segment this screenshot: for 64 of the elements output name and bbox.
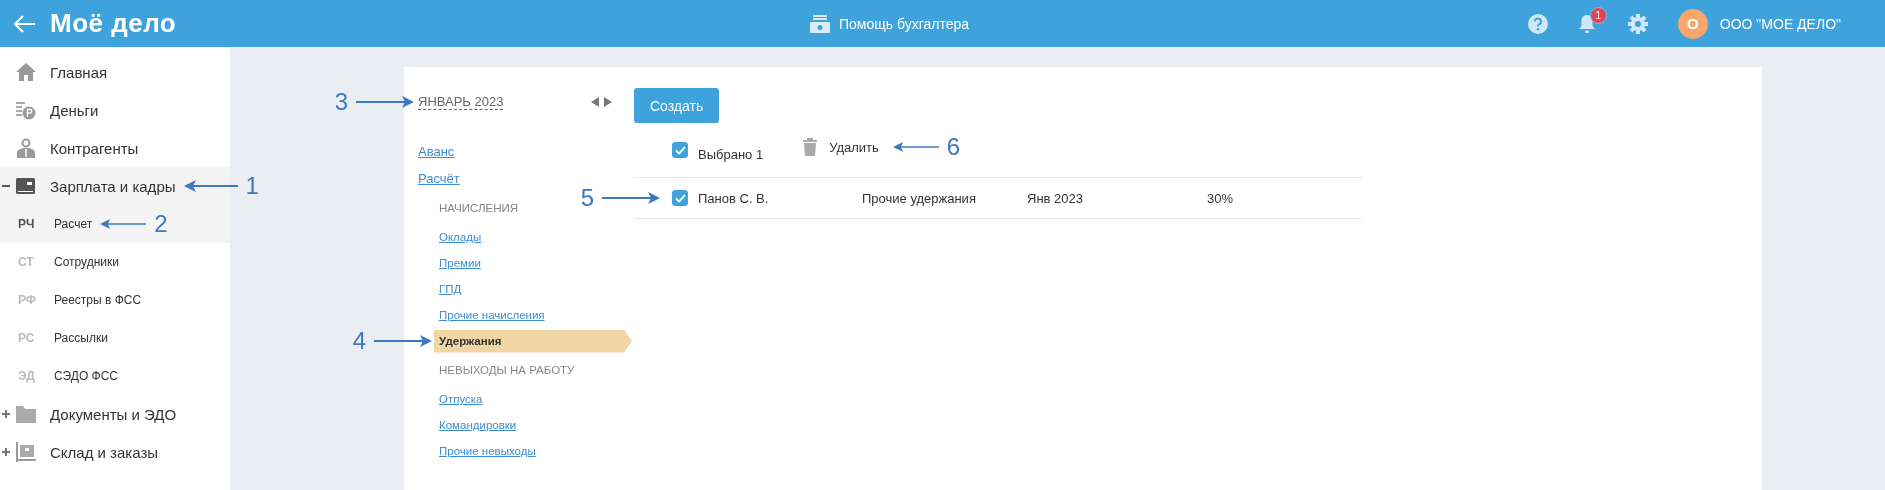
sidebar-subitem[interactable]: Расчет (54, 217, 93, 231)
row-checkbox[interactable] (672, 190, 688, 206)
home-icon (16, 62, 36, 82)
sidebar-subitem[interactable]: Рассылки (54, 331, 108, 345)
back-arrow-icon[interactable] (14, 14, 36, 33)
period-selector[interactable]: ЯНВАРЬ 2023 (418, 94, 504, 110)
nav-link[interactable]: ГПД (439, 283, 462, 295)
sidebar-item[interactable]: Деньги (50, 101, 99, 119)
next-icon[interactable] (604, 97, 612, 107)
expand-icon[interactable] (2, 448, 10, 456)
annotation-number: 6 (946, 135, 961, 159)
section-abbreviation: ЭД (18, 369, 36, 383)
nav-link[interactable]: Прочие невыходы (439, 445, 536, 457)
nav-link[interactable]: Оклады (439, 231, 482, 243)
previous-icon[interactable] (591, 97, 599, 107)
section-heading: НАЧИСЛЕНИЯ (439, 202, 519, 214)
nav-link[interactable]: Прочие начисления (439, 309, 545, 321)
annotation-number: 5 (580, 186, 594, 210)
annotation-number: 2 (154, 212, 168, 236)
annotation-arrow (100, 217, 147, 231)
notification-badge: 1 (1589, 6, 1607, 24)
help-icon[interactable] (1527, 13, 1548, 34)
sidebar-subitem[interactable]: СЭДО ФСС (54, 369, 118, 383)
annotation-number: 3 (334, 90, 348, 114)
money-icon (16, 100, 36, 120)
wallet-icon (16, 176, 36, 196)
annotation-number: 4 (352, 329, 366, 353)
bell-icon[interactable] (1577, 13, 1596, 34)
annotation-arrow (356, 95, 414, 109)
nav-link[interactable]: Аванс (418, 144, 455, 159)
sidebar-item[interactable]: Главная (50, 63, 108, 81)
warehouse-icon (16, 442, 36, 462)
expand-icon[interactable] (2, 410, 10, 418)
table-cell-text: Янв 2023 (1027, 190, 1084, 206)
nav-link[interactable]: Командировки (439, 419, 517, 431)
annotation-number: 1 (245, 174, 259, 198)
trash-icon[interactable] (803, 138, 818, 156)
sidebar-item[interactable]: Склад и заказы (50, 443, 159, 461)
current-nav-item[interactable]: Удержания (434, 329, 632, 353)
table-cell-text: Прочие удержания (862, 190, 977, 206)
section-abbreviation: РФ (18, 293, 38, 307)
sidebar-subitem[interactable]: Сотрудники (54, 255, 119, 269)
section-heading: НЕВЫХОДЫ НА РАБОТУ (439, 364, 575, 376)
folder-icon (16, 404, 36, 424)
delete-button[interactable]: Удалить (829, 139, 879, 155)
sidebar-item[interactable]: Документы и ЭДО (50, 405, 177, 423)
select-all-checkbox[interactable] (672, 142, 688, 158)
section-abbreviation: РС (18, 331, 36, 345)
person-icon (16, 138, 36, 158)
section-abbreviation: СТ (18, 255, 35, 269)
annotation-arrow (602, 191, 660, 205)
sidebar-item[interactable]: Контрагенты (50, 139, 139, 157)
nav-link[interactable]: Премии (439, 257, 481, 269)
section-abbreviation: РЧ (18, 217, 36, 231)
sidebar-subitem[interactable]: Реестры в ФСС (54, 293, 142, 307)
table-cell: 30% (1207, 190, 1234, 206)
annotation-arrow (892, 140, 939, 154)
cash-register-icon (810, 14, 830, 33)
nav-link[interactable]: Отпуска (439, 393, 483, 405)
table-cell-text: Панов С. В. (698, 190, 770, 206)
annotation-arrow (183, 179, 238, 193)
selected-count: Выбрано 1 (698, 146, 764, 162)
annotation-arrow (374, 334, 432, 348)
nav-link[interactable]: Расчёт (418, 171, 460, 186)
